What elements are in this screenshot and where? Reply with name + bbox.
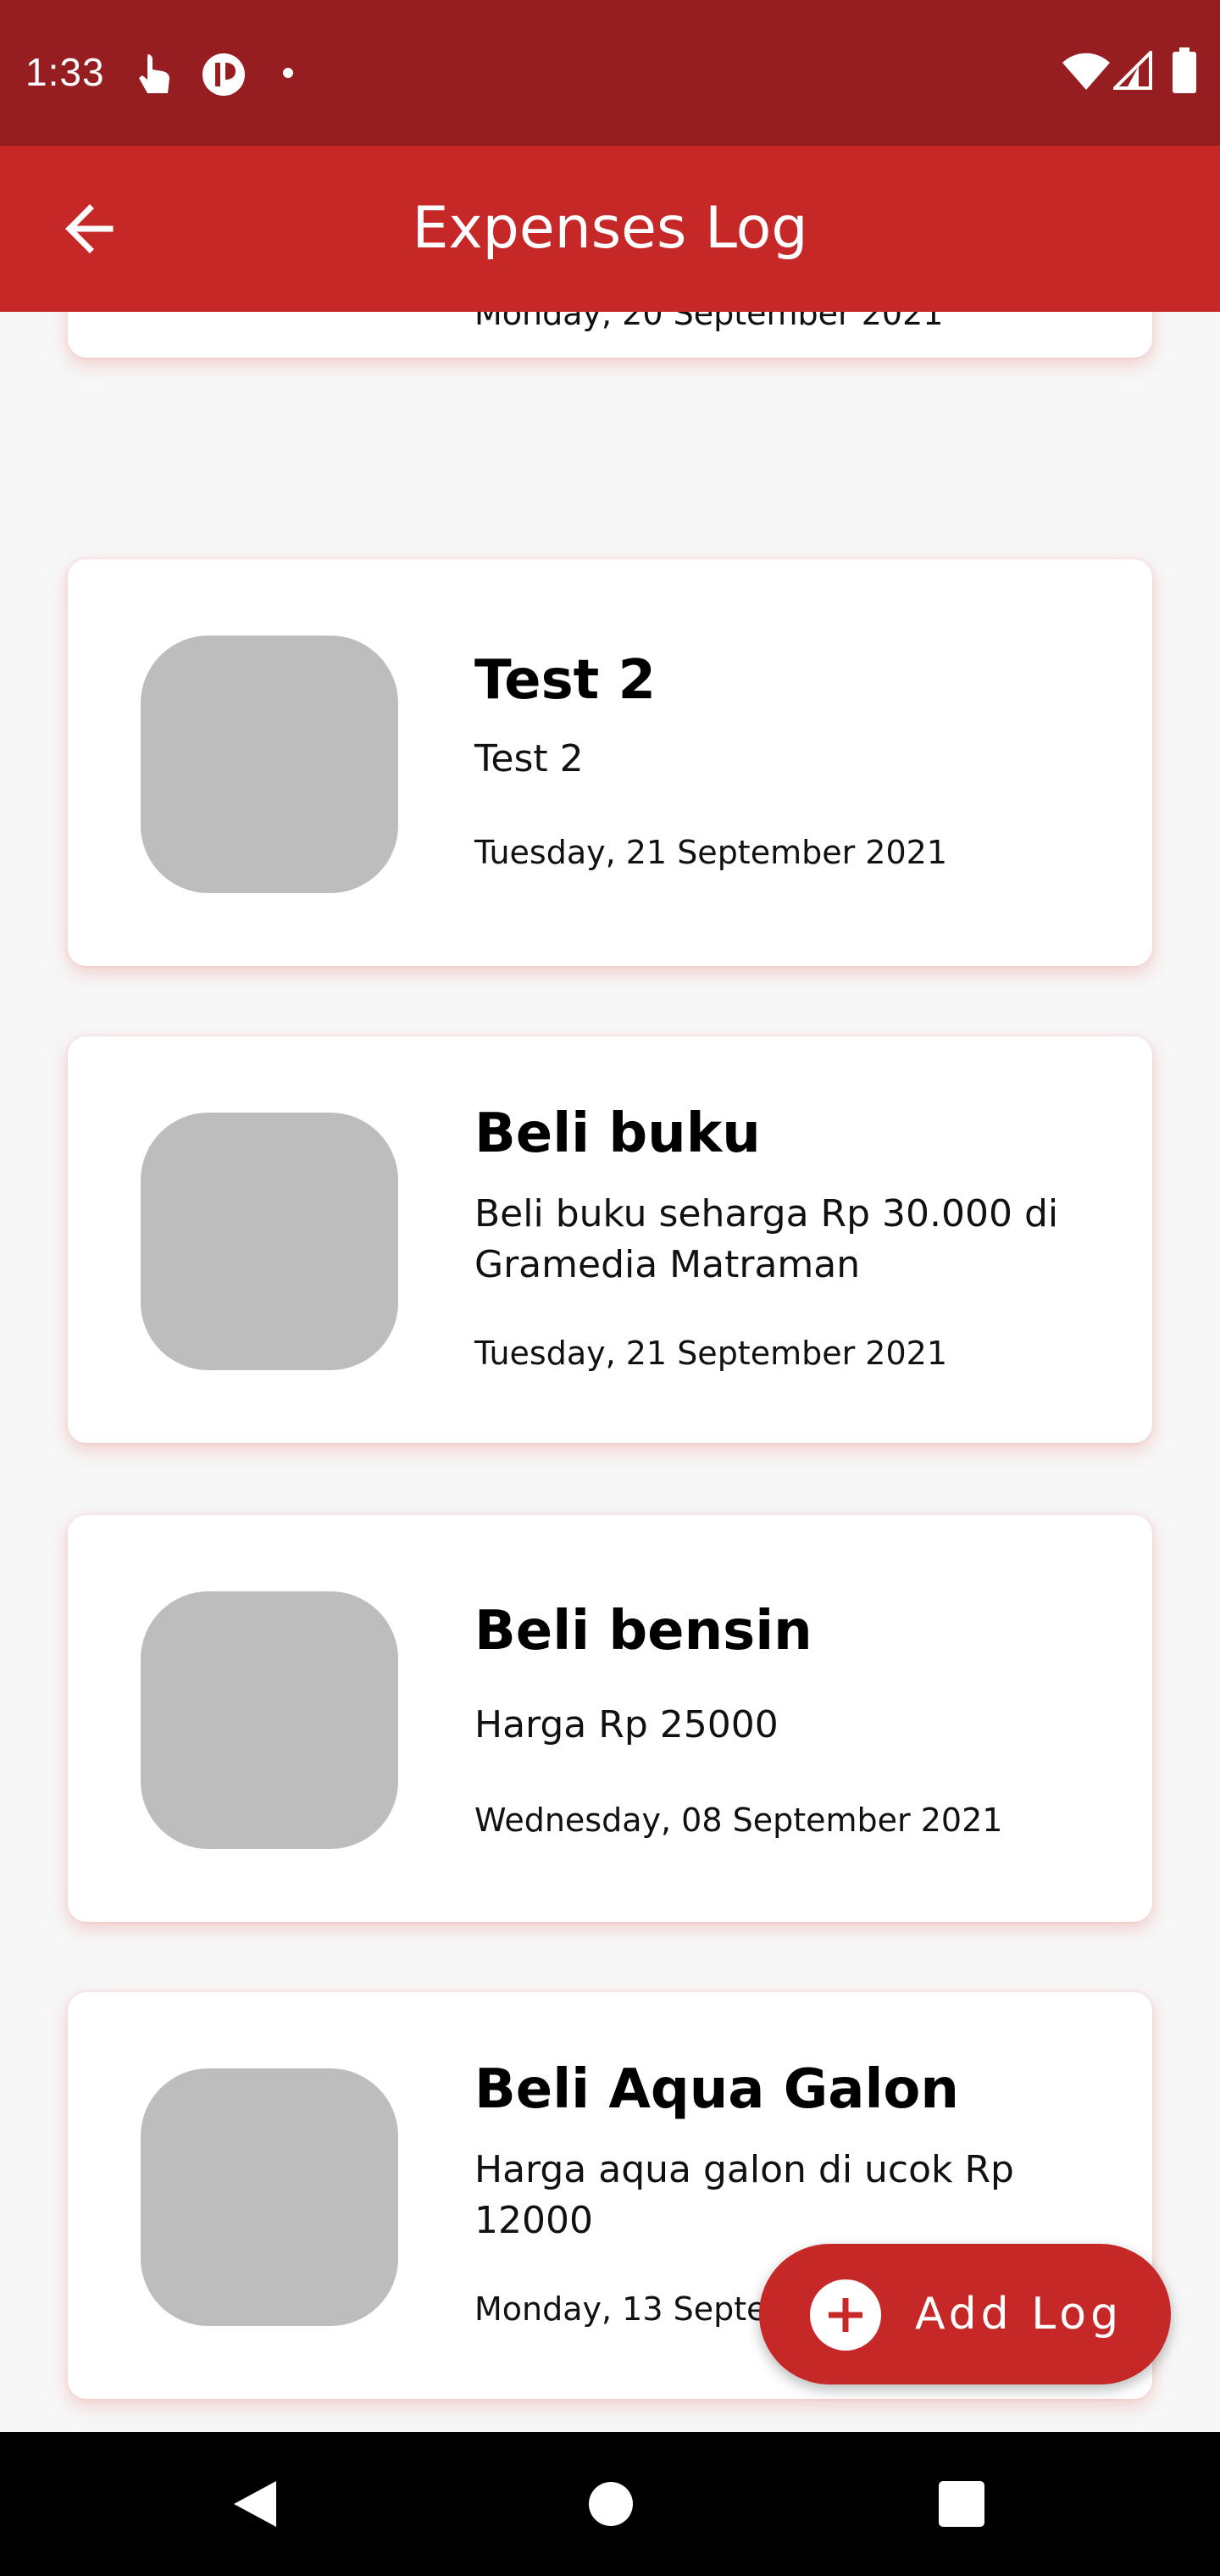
plus-circle-icon	[808, 2278, 883, 2352]
log-date: Tuesday, 21 September 2021	[474, 1335, 948, 1372]
status-time: 1:33	[25, 50, 105, 94]
app-bar: Expenses Log	[0, 146, 1220, 312]
log-description: Harga Rp 25000	[474, 1703, 779, 1746]
log-title: Beli buku	[474, 1102, 761, 1165]
log-card[interactable]: Test 2 Test 2 Tuesday, 21 September 2021	[68, 559, 1152, 966]
battery-icon	[1173, 47, 1196, 97]
dot-icon	[281, 66, 295, 83]
add-log-button[interactable]: Add Log	[759, 2244, 1171, 2384]
log-date: Tuesday, 21 September 2021	[474, 834, 948, 871]
expenses-list[interactable]: Monday, 20 September 2021 Test 2 Test 2 …	[0, 312, 1220, 2432]
log-description: Harga aqua galon di ucok Rp 12000	[474, 2148, 1014, 2242]
touch-icon	[136, 51, 178, 100]
status-bar: 1:33	[0, 0, 1220, 146]
log-thumbnail	[141, 1113, 398, 1370]
log-date: Monday, 20 September 2021	[474, 312, 944, 332]
back-triangle-icon[interactable]	[229, 2476, 285, 2532]
navigation-bar	[0, 2432, 1220, 2576]
recents-square-icon[interactable]	[934, 2476, 990, 2532]
log-thumbnail	[141, 2068, 398, 2326]
log-card[interactable]: Beli bensin Harga Rp 25000 Wednesday, 08…	[68, 1515, 1152, 1922]
signal-icon	[1111, 48, 1152, 93]
log-title: Beli bensin	[474, 1600, 812, 1663]
log-description: Beli buku seharga Rp 30.000 di Gramedia …	[474, 1192, 1059, 1286]
log-description: Test 2	[474, 737, 584, 780]
page-title: Expenses Log	[412, 195, 808, 262]
app-notification-icon	[200, 51, 247, 102]
home-circle-icon[interactable]	[583, 2476, 639, 2532]
log-thumbnail	[141, 636, 398, 893]
log-date: Wednesday, 08 September 2021	[474, 1802, 1003, 1839]
wifi-icon	[1062, 53, 1110, 93]
log-title: Test 2	[474, 649, 657, 712]
log-title: Beli Aqua Galon	[474, 2058, 959, 2121]
log-card[interactable]: Beli buku Beli buku seharga Rp 30.000 di…	[68, 1036, 1152, 1443]
add-log-label: Add Log	[915, 2289, 1123, 2340]
log-card[interactable]: Monday, 20 September 2021	[68, 312, 1152, 358]
log-thumbnail	[141, 1591, 398, 1849]
